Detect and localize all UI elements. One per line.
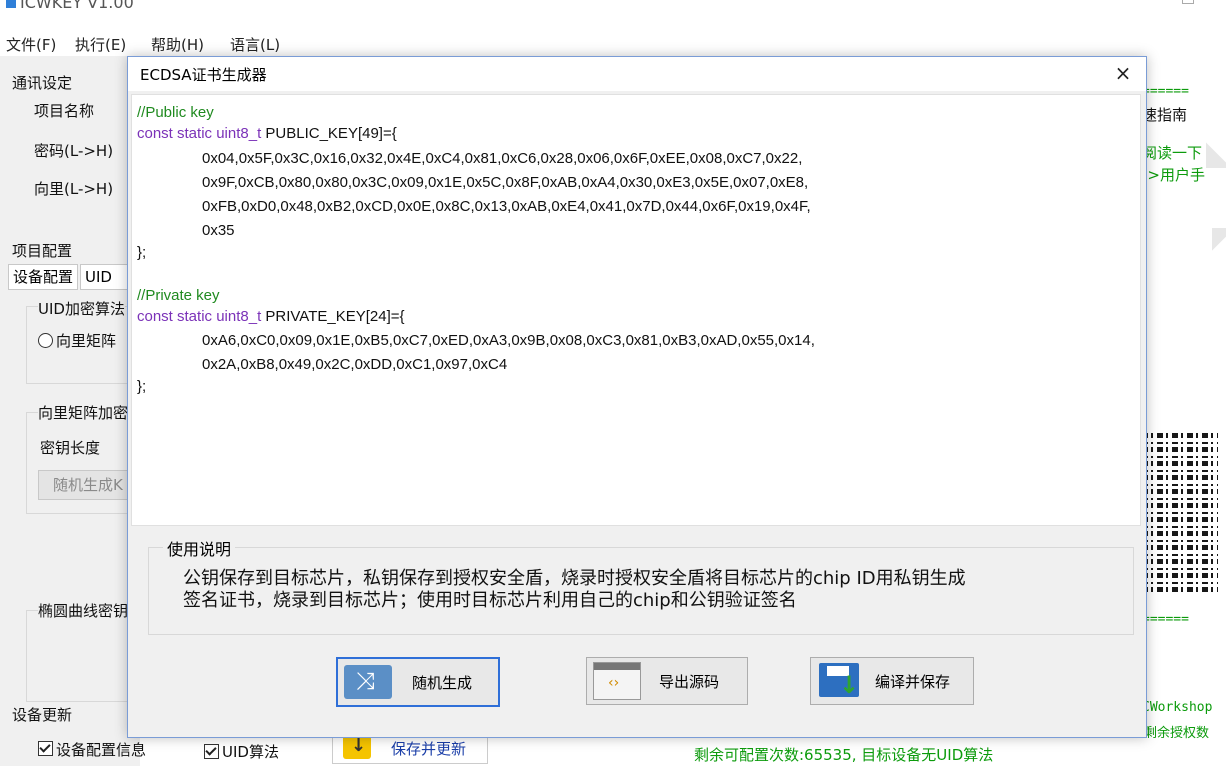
- tab-uid[interactable]: UID: [80, 264, 130, 290]
- vector-matrix-radio-icon[interactable]: [38, 333, 53, 348]
- usage-text-line-1: 公钥保存到目标芯片，私钥保存到授权安全盾，烧录时授权安全盾将目标芯片的chip …: [183, 568, 966, 589]
- vector-matrix-radio-label[interactable]: 向里矩阵: [56, 330, 116, 351]
- comm-settings-label: 通讯设定: [12, 74, 73, 92]
- app-title: ICWKEY V1.00: [20, 0, 134, 12]
- vector-label: 向里(L->H): [34, 180, 114, 198]
- public-key-line: 0xFB,0xD0,0x48,0xB2,0xCD,0x0E,0x8C,0x13,…: [202, 198, 811, 215]
- compile-save-label: 编译并保存: [875, 673, 951, 691]
- usage-text: 公钥保存到目标芯片，私钥保存到授权安全盾，烧录时授权安全盾将目标芯片的chip …: [183, 568, 1113, 612]
- uid-algo-checkbox[interactable]: [204, 744, 219, 759]
- workshop-label: CWorkshop: [1142, 700, 1213, 715]
- status-line-2: 剩余可配置次数:65535, 目标设备无UID算法: [694, 746, 994, 764]
- ecc-key-label: 椭圆曲线密钥: [38, 600, 129, 621]
- usage-title: 使用说明: [163, 536, 236, 560]
- random-generate-label: 随机生成: [412, 674, 473, 692]
- uid-algo-label: UID加密算法: [38, 298, 125, 319]
- shuffle-icon: [344, 665, 392, 699]
- private-key-line: 0xA6,0xC0,0x09,0x1E,0xB5,0xC7,0xED,0xA3,…: [202, 332, 815, 349]
- tab-device-config[interactable]: 设备配置: [8, 264, 79, 290]
- private-key-name: PRIVATE_KEY[24]={: [261, 308, 405, 325]
- ecc-key-group: [26, 610, 138, 702]
- app-logo-icon: [6, 0, 16, 8]
- vector-enc-label: 向里矩阵加密: [38, 402, 129, 423]
- random-gen-k-button[interactable]: 随机生成K: [38, 470, 140, 500]
- separator-bottom: ======: [1142, 612, 1189, 627]
- export-source-button[interactable]: 导出源码: [586, 657, 748, 705]
- export-source-label: 导出源码: [659, 673, 720, 691]
- close-icon[interactable]: ×: [1110, 61, 1136, 87]
- public-key-declaration: const static uint8_t PUBLIC_KEY[49]={: [137, 123, 397, 144]
- usage-text-line-2: 签名证书，烧录到目标芯片；使用时目标芯片利用自己的chip和公钥验证签名: [183, 590, 797, 611]
- device-config-checkbox-label[interactable]: 设备配置信息: [56, 739, 146, 760]
- save-and-update-label: 保存并更新: [391, 740, 467, 758]
- app-title-bar: ICWKEY V1.00: [0, 0, 1226, 12]
- device-config-checkbox[interactable]: [38, 741, 53, 756]
- usage-group: 使用说明 公钥保存到目标芯片，私钥保存到授权安全盾，烧录时授权安全盾将目标芯片的…: [148, 536, 1134, 635]
- project-name-label: 项目名称: [34, 102, 95, 120]
- public-key-line: 0x35: [202, 222, 235, 239]
- dialog-title-bar: ECDSA证书生成器 ×: [128, 57, 1146, 91]
- ecdsa-dialog: ECDSA证书生成器 × //Public key const static u…: [127, 56, 1147, 738]
- key-length-label: 密钥长度: [40, 439, 101, 457]
- quick-guide-label: 速指南: [1142, 106, 1188, 124]
- qr-code-pattern: [1142, 432, 1218, 592]
- menu-execute[interactable]: 执行(E): [75, 34, 126, 55]
- menu-language[interactable]: 语言(L): [230, 34, 280, 55]
- public-key-type: const static uint8_t: [137, 125, 262, 142]
- project-config-label: 项目配置: [12, 242, 73, 260]
- private-key-line: 0x2A,0xB8,0x49,0x2C,0xDD,0xC1,0x97,0xC4: [202, 356, 508, 373]
- password-label: 密码(L->H): [34, 142, 114, 160]
- public-key-line: 0x04,0x5F,0x3C,0x16,0x32,0x4E,0xC4,0x81,…: [202, 150, 803, 167]
- maximize-icon[interactable]: [1182, 0, 1194, 4]
- compile-save-button[interactable]: 编译并保存: [810, 657, 974, 705]
- uid-algo-checkbox-label[interactable]: UID算法: [222, 741, 279, 762]
- code-window-icon: [593, 662, 641, 700]
- menu-bar: 文件(F) 执行(E) 帮助(H) 语言(L): [0, 30, 1226, 56]
- public-key-comment: //Public key: [137, 104, 214, 121]
- private-key-end: };: [137, 378, 147, 395]
- private-key-comment: //Private key: [137, 287, 220, 304]
- code-editor[interactable]: //Public key const static uint8_t PUBLIC…: [131, 94, 1141, 526]
- dialog-title: ECDSA证书生成器: [140, 66, 267, 84]
- separator-top: ======: [1142, 84, 1189, 99]
- device-update-label: 设备更新: [12, 706, 73, 724]
- private-key-declaration: const static uint8_t PRIVATE_KEY[24]={: [137, 306, 405, 327]
- download-icon: [343, 735, 371, 759]
- status-line-1: 剩余授权数: [1144, 726, 1210, 741]
- menu-file[interactable]: 文件(F): [6, 34, 56, 55]
- save-icon: [819, 663, 859, 699]
- public-key-end: };: [137, 244, 147, 261]
- random-generate-button[interactable]: 随机生成: [336, 657, 500, 707]
- public-key-name: PUBLIC_KEY[49]={: [261, 125, 397, 142]
- public-key-line: 0x9F,0xCB,0x80,0x80,0x3C,0x09,0x1E,0x5C,…: [202, 174, 809, 191]
- menu-help[interactable]: 帮助(H): [151, 34, 204, 55]
- private-key-type: const static uint8_t: [137, 308, 262, 325]
